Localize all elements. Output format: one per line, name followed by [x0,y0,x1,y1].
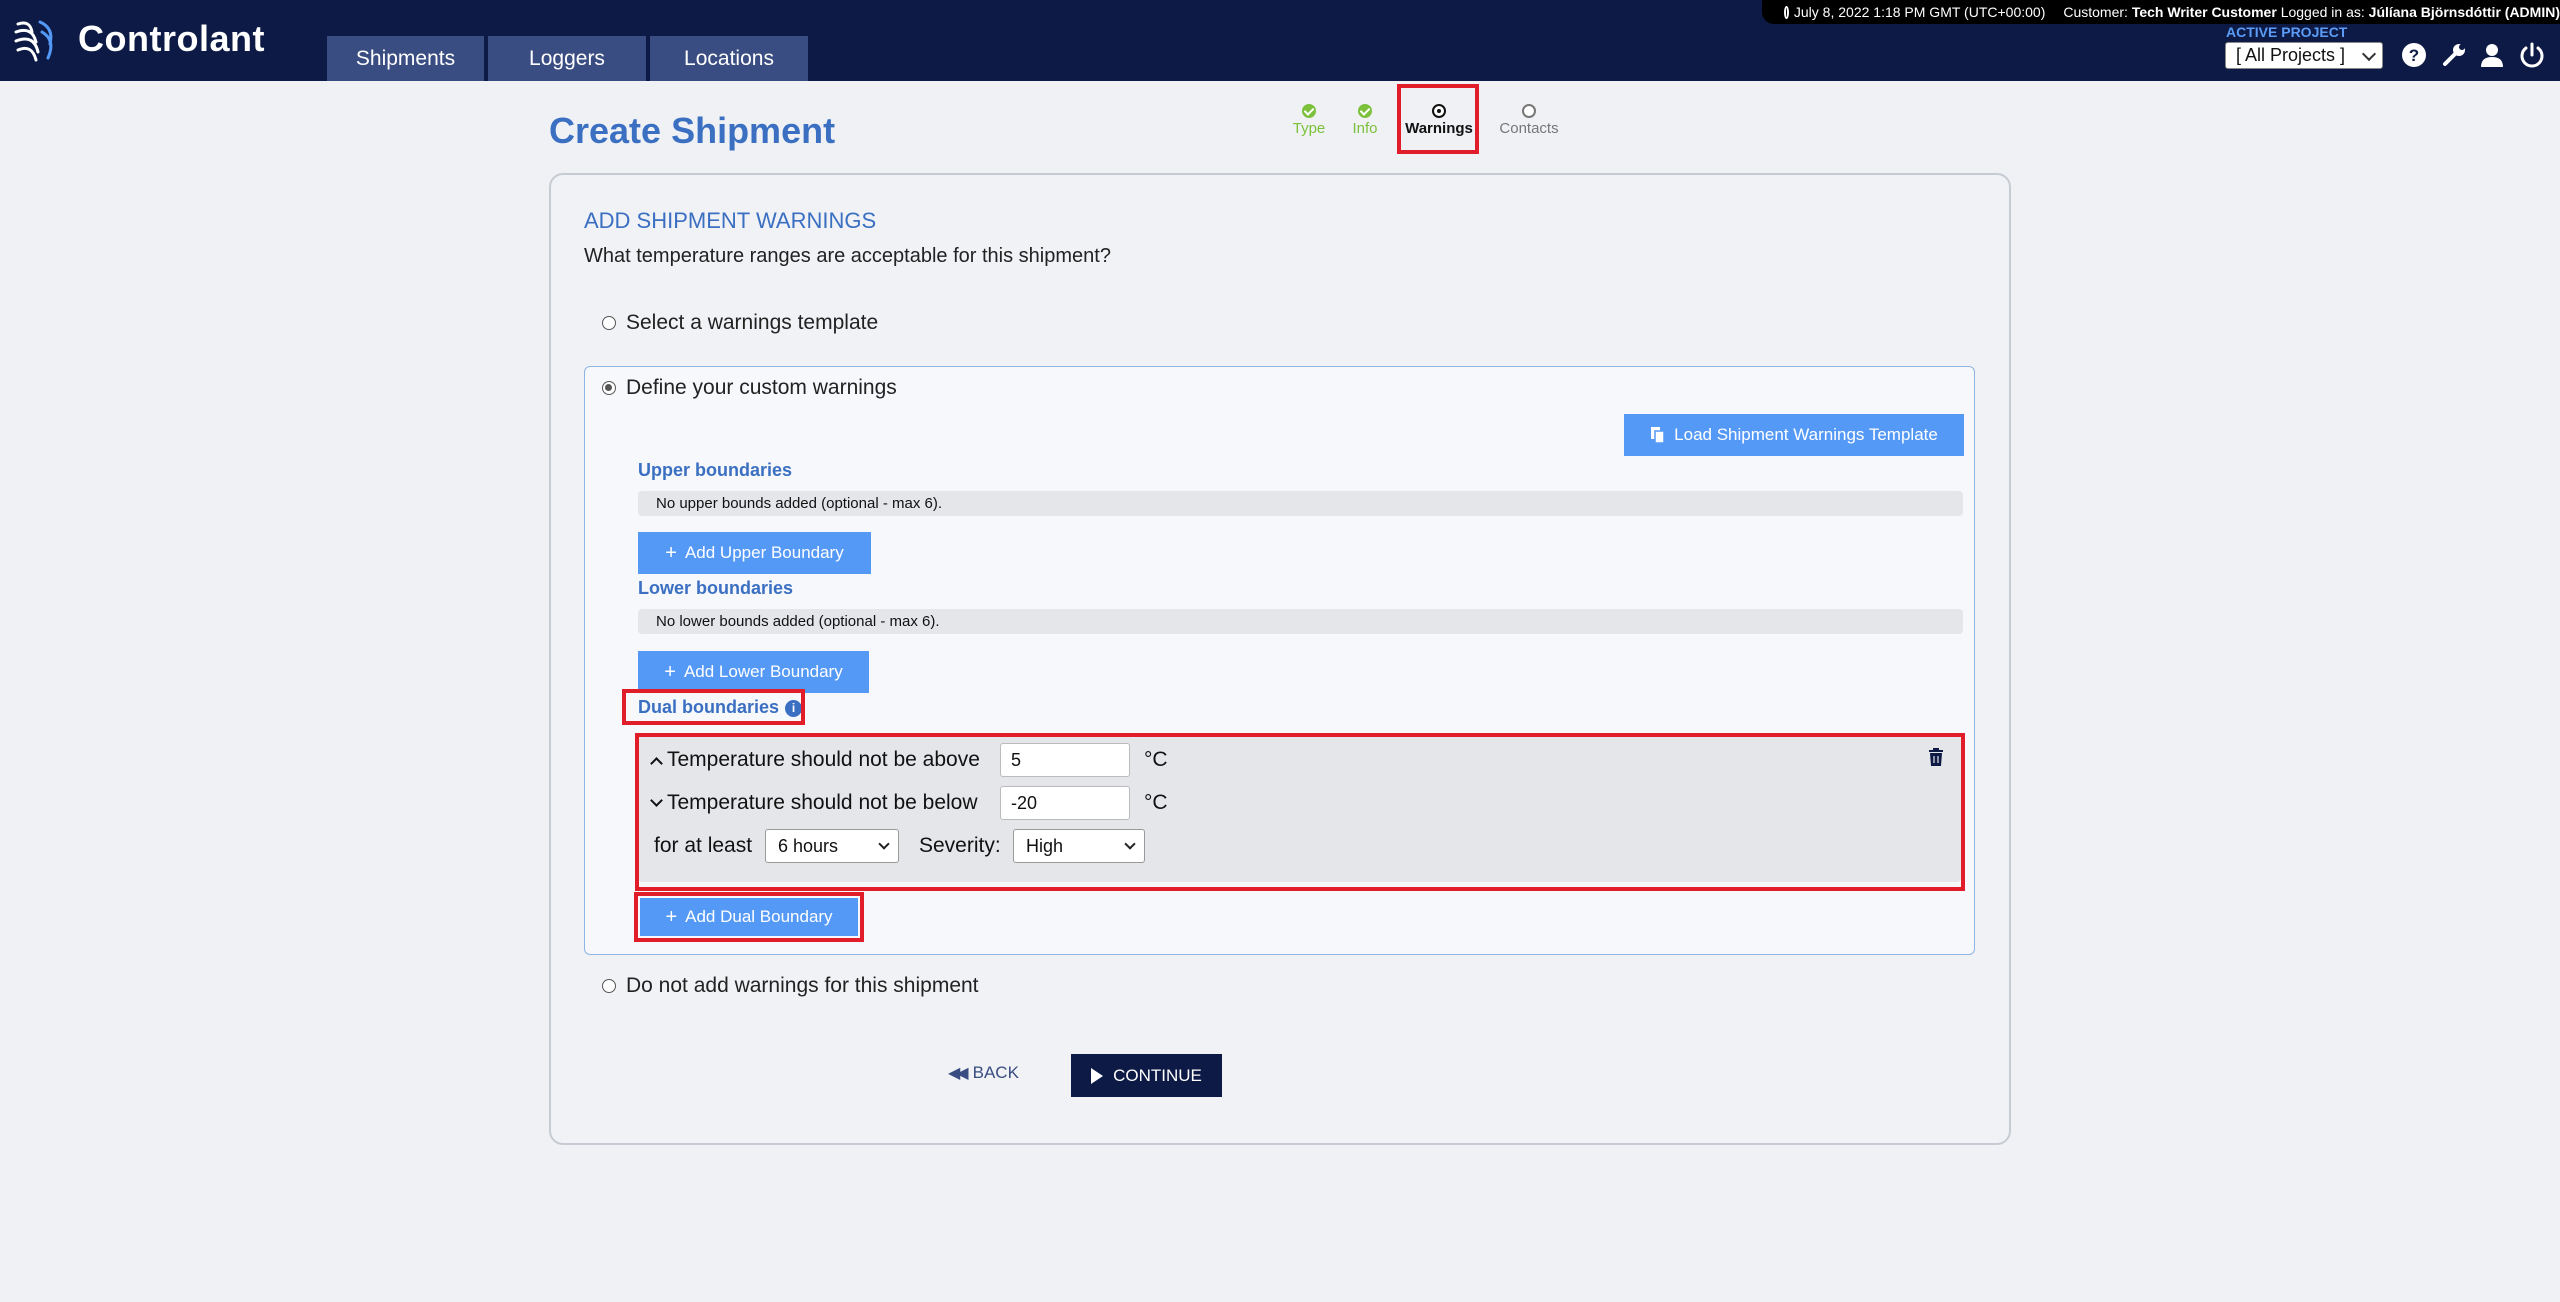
duration-select[interactable]: 6 hours [765,829,899,863]
app-header: Controlant Shipments Loggers Locations J… [0,0,2560,81]
controlant-logo-icon [14,20,53,62]
above-unit: °C [1144,748,1168,771]
tab-locations[interactable]: Locations [650,36,808,81]
add-upper-boundary-button[interactable]: + Add Upper Boundary [638,532,871,574]
user-name: Júlíana Björnsdóttir (ADMIN) [2368,4,2560,20]
section-title: ADD SHIPMENT WARNINGS [584,208,877,233]
plus-icon: + [665,906,678,928]
active-project-label: ACTIVE PROJECT [2226,24,2348,40]
add-dual-boundary-button[interactable]: + Add Dual Boundary [640,898,858,936]
load-template-button[interactable]: Load Shipment Warnings Template [1624,414,1964,456]
chevron-up-icon [650,757,663,770]
add-lower-boundary-button[interactable]: + Add Lower Boundary [638,651,869,693]
check-icon [1358,104,1372,118]
upper-boundaries-empty: No upper bounds added (optional - max 6)… [638,491,1963,516]
step-contacts[interactable]: Contacts [1496,104,1562,137]
dual-boundaries-heading-text: Dual boundaries [638,697,780,717]
add-dual-boundary-label: Add Dual Boundary [685,907,833,926]
plus-icon: + [665,542,677,564]
radio-current-icon [1432,104,1446,118]
lower-boundaries-heading: Lower boundaries [638,578,794,598]
duration-select-value: 6 hours [778,835,839,856]
severity-select[interactable]: High [1013,829,1145,863]
below-unit: °C [1144,791,1168,814]
below-label-text: Temperature should not be below [667,791,978,814]
back-button[interactable]: ◀◀ BACK [948,1063,1019,1083]
trash-icon[interactable] [1928,748,1944,766]
radio-no-warnings[interactable] [602,979,616,993]
chevron-down-icon [2361,46,2377,62]
help-icon[interactable]: ? [2400,41,2428,69]
page-title: Create Shipment [549,110,836,151]
power-icon[interactable] [2518,41,2546,69]
project-select-value: [ All Projects ] [2236,45,2346,65]
step-type[interactable]: Type [1290,104,1328,137]
step-info[interactable]: Info [1348,104,1382,137]
radio-warnings-template[interactable] [602,316,616,330]
add-lower-boundary-label: Add Lower Boundary [683,662,843,681]
step-label: Contacts [1499,120,1559,137]
severity-select-value: High [1026,835,1064,856]
step-label: Info [1352,120,1378,137]
tab-loggers[interactable]: Loggers [488,36,646,81]
lower-boundaries-empty: No lower bounds added (optional - max 6)… [638,609,1963,634]
above-label-text: Temperature should not be above [667,748,980,771]
logged-in-label: Logged in as: [2280,4,2365,20]
above-label: Temperature should not be above [650,748,980,772]
continue-button[interactable]: CONTINUE [1071,1054,1222,1097]
upper-boundaries-heading: Upper boundaries [638,460,793,480]
radio-empty-icon [1522,104,1536,118]
project-select[interactable]: [ All Projects ] [2225,42,2383,69]
option-custom-warnings-label[interactable]: Define your custom warnings [626,376,897,400]
brand-name: Controlant [78,18,265,59]
current-datetime: July 8, 2022 1:18 PM GMT (UTC+00:00) [1793,4,2046,20]
customer-name: Tech Writer Customer [2131,4,2277,20]
dual-boundaries-heading: Dual boundaries i [638,697,803,718]
chevron-down-icon [650,794,663,807]
copy-icon [1651,427,1665,444]
check-icon [1302,104,1316,118]
duration-label: for at least [654,834,753,857]
step-warnings[interactable]: Warnings [1403,104,1475,137]
load-template-label: Load Shipment Warnings Template [1674,425,1938,444]
below-label: Temperature should not be below [650,791,978,815]
below-temperature-input[interactable]: -20 [1000,786,1130,820]
section-subtitle: What temperature ranges are acceptable f… [584,245,1111,267]
step-label: Warnings [1405,120,1473,137]
clock-icon [1784,5,1789,19]
continue-label: CONTINUE [1113,1065,1202,1085]
wrench-icon[interactable] [2440,41,2468,69]
add-upper-boundary-label: Add Upper Boundary [684,543,844,562]
above-temperature-input[interactable]: 5 [1000,743,1130,777]
back-label: BACK [972,1063,1019,1082]
step-label: Type [1292,120,1326,137]
info-icon[interactable]: i [785,700,803,717]
severity-label: Severity: [919,834,1001,857]
double-arrow-left-icon: ◀◀ [948,1065,969,1082]
chevron-down-icon [1124,838,1136,850]
radio-custom-warnings[interactable] [602,381,616,395]
session-info-bar: July 8, 2022 1:18 PM GMT (UTC+00:00) Cus… [1762,0,2560,24]
user-icon[interactable] [2478,41,2506,69]
customer-label: Customer: [2063,4,2128,20]
option-no-warnings-label[interactable]: Do not add warnings for this shipment [626,974,979,998]
svg-text:?: ? [2409,46,2419,65]
plus-icon: + [664,661,676,683]
chevron-down-icon [878,838,890,850]
tab-shipments[interactable]: Shipments [327,36,484,81]
option-warnings-template-label[interactable]: Select a warnings template [626,311,878,335]
play-icon [1091,1067,1104,1084]
